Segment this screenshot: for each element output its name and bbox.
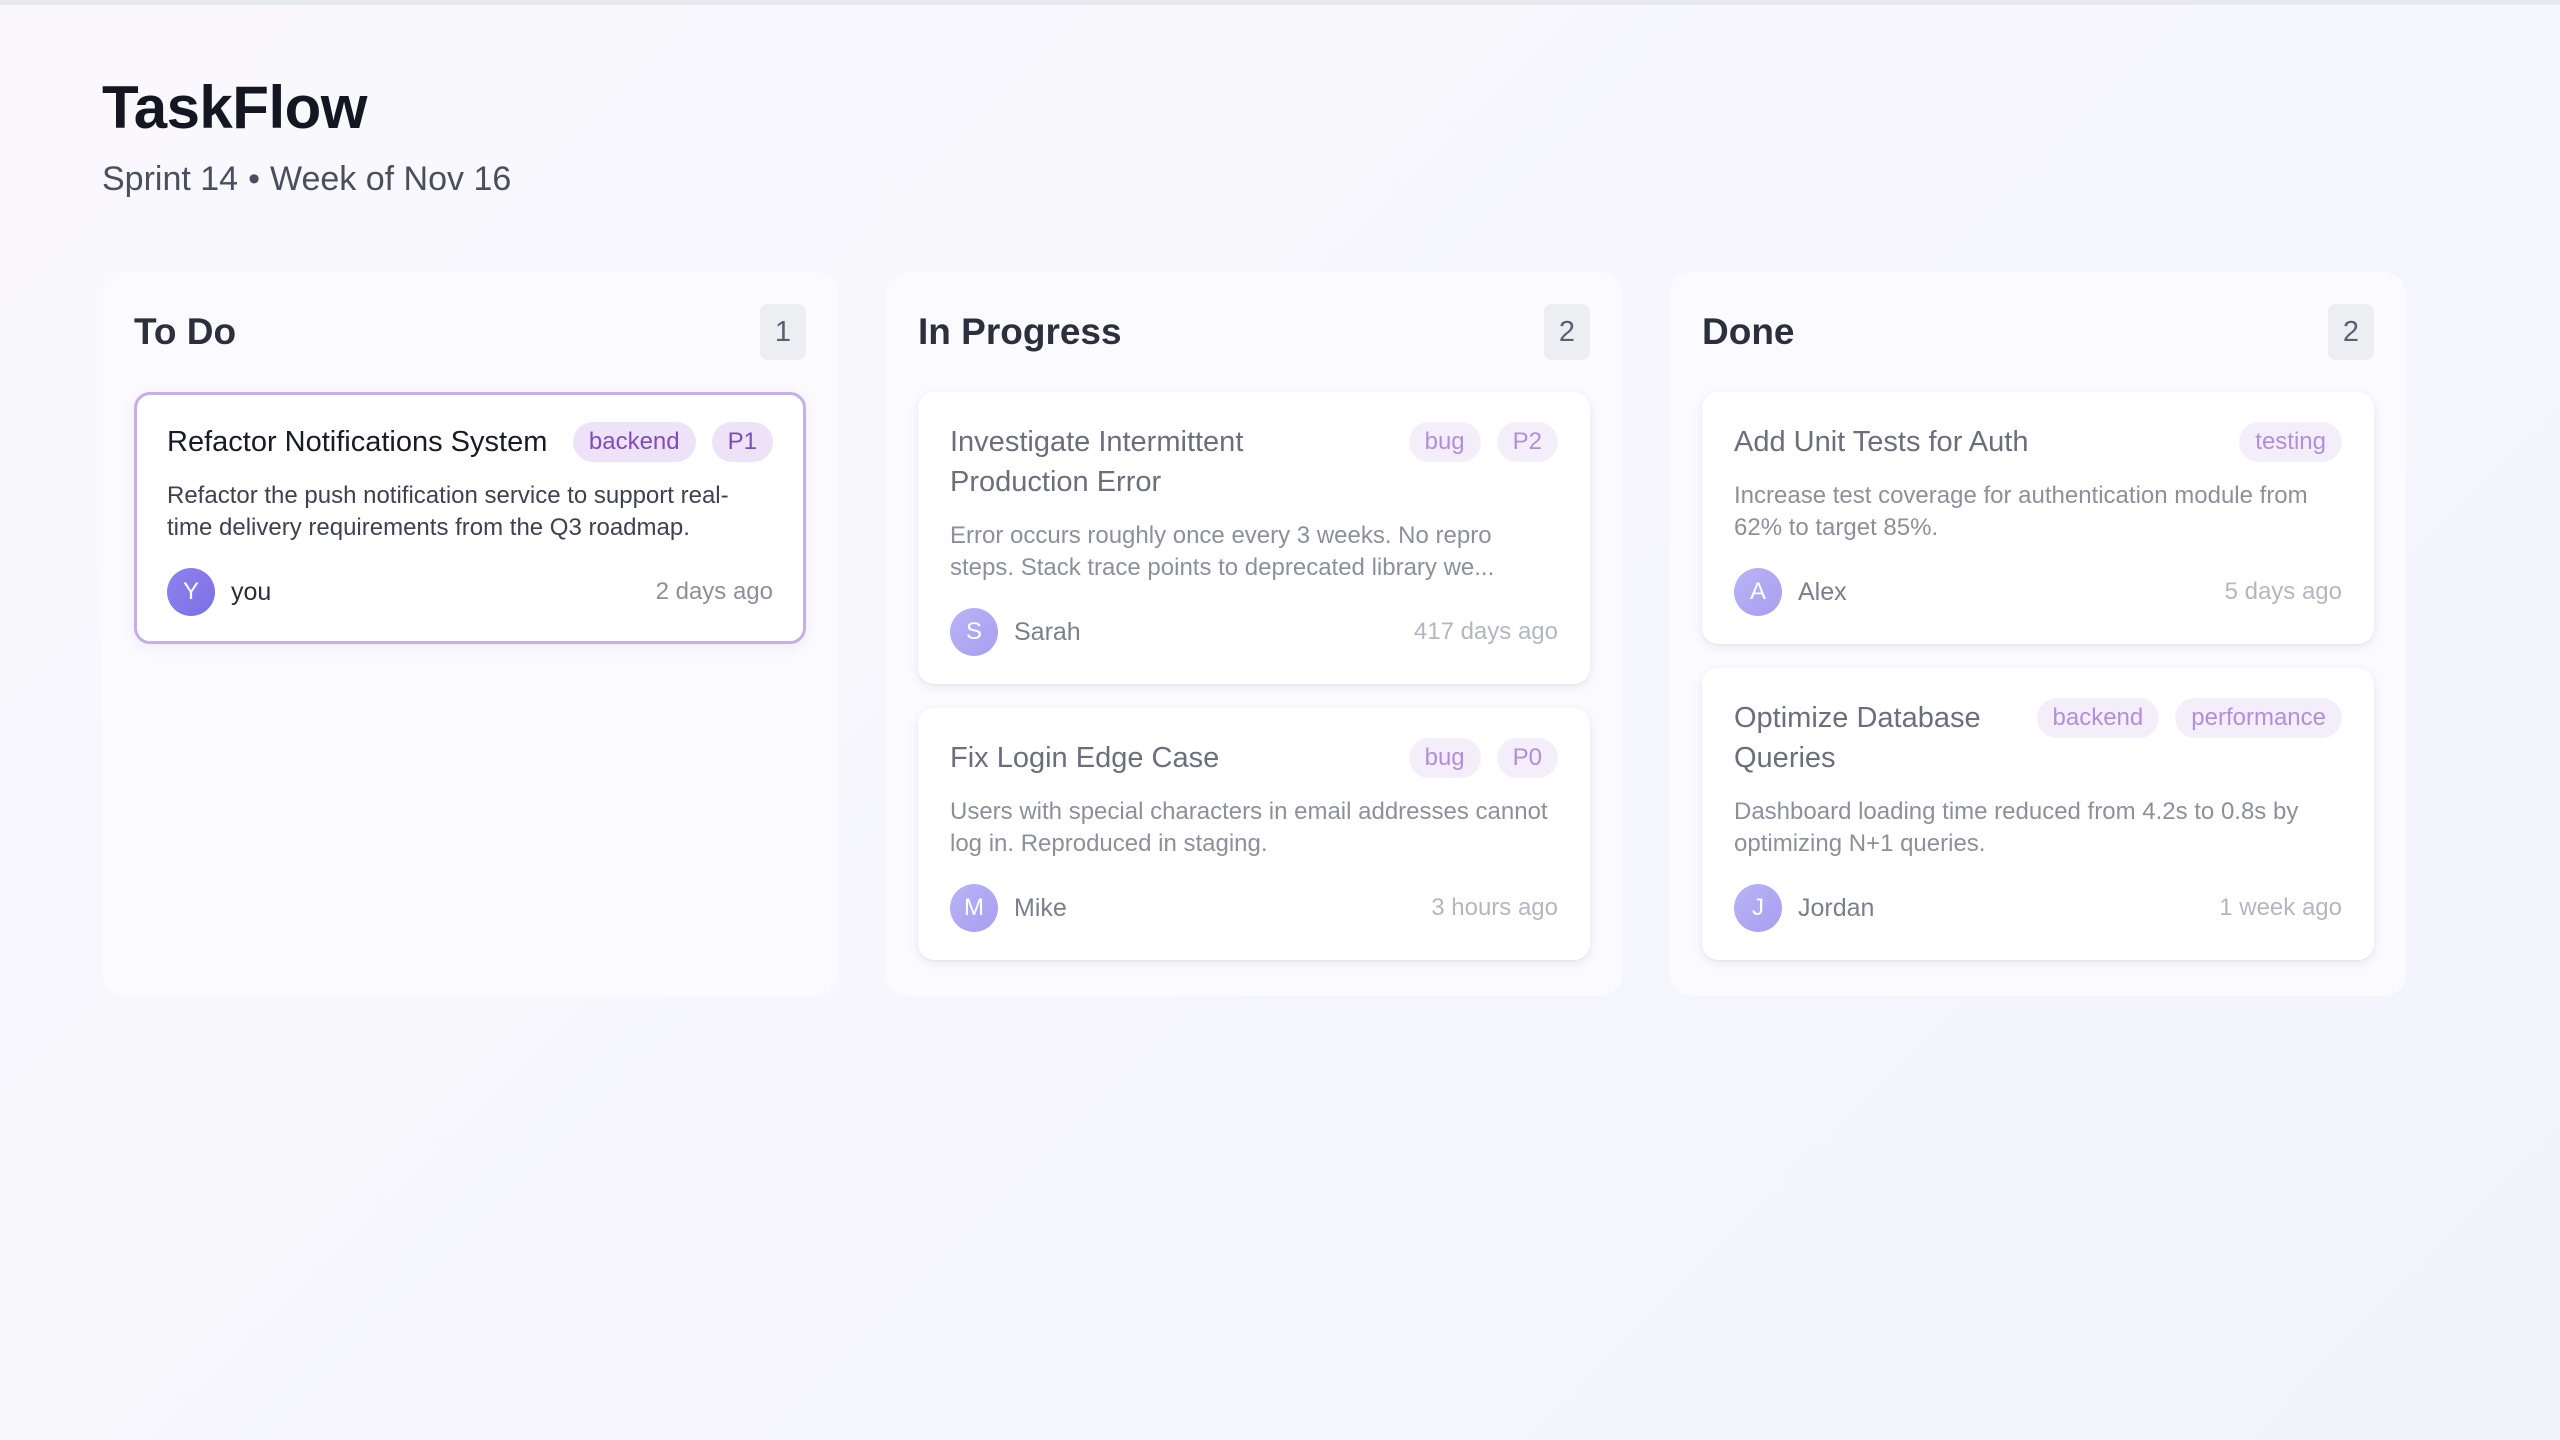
column-in-progress: In Progress 2 Investigate Intermittent P…: [886, 272, 1622, 996]
task-timestamp: 2 days ago: [655, 578, 773, 605]
priority-badge: P2: [1496, 422, 1558, 462]
task-title: Optimize Database Queries: [1734, 702, 1981, 774]
column-done: Done 2 Add Unit Tests for Auth testing I…: [1670, 272, 2406, 996]
assignee-name: Alex: [1798, 577, 1847, 606]
column-title: In Progress: [918, 311, 1122, 352]
kanban-board: To Do 1 Refactor Notifications System ba…: [102, 272, 2406, 996]
task-footer: J Jordan 1 week ago: [1734, 884, 2342, 932]
task-title: Investigate Intermittent Production Erro…: [950, 426, 1244, 498]
assignee: M Mike: [950, 884, 1067, 932]
assignee-name: Jordan: [1798, 893, 1875, 922]
column-header: In Progress 2: [918, 304, 1590, 360]
column-count-badge: 1: [760, 304, 806, 360]
tag-badge: testing: [2239, 422, 2342, 462]
assignee: Y you: [167, 568, 271, 616]
task-timestamp: 417 days ago: [1413, 618, 1558, 645]
task-footer: A Alex 5 days ago: [1734, 568, 2342, 616]
column-header: To Do 1: [134, 304, 806, 360]
app-title: TaskFlow: [102, 74, 367, 141]
top-divider: [0, 0, 2560, 5]
assignee: A Alex: [1734, 568, 1847, 616]
task-card[interactable]: Add Unit Tests for Auth testing Increase…: [1702, 392, 2374, 644]
task-footer: Y you 2 days ago: [167, 568, 773, 616]
column-count-badge: 2: [1544, 304, 1590, 360]
task-description: Users with special characters in email a…: [950, 798, 1548, 857]
task-timestamp: 1 week ago: [2219, 894, 2342, 921]
avatar: M: [950, 884, 998, 932]
avatar: A: [1734, 568, 1782, 616]
task-tags: bug P2: [1408, 422, 1558, 462]
task-footer: M Mike 3 hours ago: [950, 884, 1558, 932]
subtitle-separator: •: [248, 160, 260, 198]
task-description: Refactor the push notification service t…: [167, 482, 729, 541]
avatar: S: [950, 608, 998, 656]
task-card[interactable]: Fix Login Edge Case bug P0 Users with sp…: [918, 708, 1590, 960]
task-description: Dashboard loading time reduced from 4.2s…: [1734, 798, 2299, 857]
column-title: Done: [1702, 311, 1795, 352]
tag-badge: performance: [2175, 698, 2342, 738]
priority-badge: P1: [711, 422, 773, 462]
task-tags: backend performance: [2036, 698, 2342, 738]
tag-badge: backend: [572, 422, 696, 462]
column-todo: To Do 1 Refactor Notifications System ba…: [102, 272, 838, 996]
avatar: Y: [167, 568, 215, 616]
assignee-name: Sarah: [1014, 617, 1081, 646]
task-title: Refactor Notifications System: [167, 426, 548, 458]
task-description: Error occurs roughly once every 3 weeks.…: [950, 522, 1495, 581]
task-timestamp: 3 hours ago: [1431, 894, 1558, 921]
assignee: J Jordan: [1734, 884, 1874, 932]
avatar: J: [1734, 884, 1782, 932]
task-footer: S Sarah 417 days ago: [950, 608, 1558, 656]
task-card[interactable]: Refactor Notifications System backend P1…: [134, 392, 806, 644]
task-card[interactable]: Investigate Intermittent Production Erro…: [918, 392, 1590, 684]
task-tags: backend P1: [572, 422, 773, 462]
priority-badge: P0: [1496, 738, 1558, 778]
tag-badge: backend: [2036, 698, 2160, 738]
assignee-name: you: [231, 577, 272, 606]
sprint-label: Sprint 14: [102, 160, 239, 198]
assignee-name: Mike: [1014, 893, 1067, 922]
task-timestamp: 5 days ago: [2224, 578, 2342, 605]
week-label: Week of Nov 16: [270, 160, 512, 198]
column-count-badge: 2: [2328, 304, 2374, 360]
task-description: Increase test coverage for authenticatio…: [1734, 482, 2308, 541]
column-title: To Do: [134, 311, 237, 352]
assignee: S Sarah: [950, 608, 1081, 656]
task-tags: testing: [2239, 422, 2342, 462]
tag-badge: bug: [1408, 738, 1481, 778]
tag-badge: bug: [1408, 422, 1481, 462]
sprint-subtitle: Sprint 14 • Week of Nov 16: [102, 158, 511, 200]
task-tags: bug P0: [1408, 738, 1558, 778]
task-title: Add Unit Tests for Auth: [1734, 426, 2029, 458]
page-header: TaskFlow Sprint 14 • Week of Nov 16: [102, 70, 511, 200]
task-title: Fix Login Edge Case: [950, 742, 1220, 774]
task-card[interactable]: Optimize Database Queries backend perfor…: [1702, 668, 2374, 960]
column-header: Done 2: [1702, 304, 2374, 360]
